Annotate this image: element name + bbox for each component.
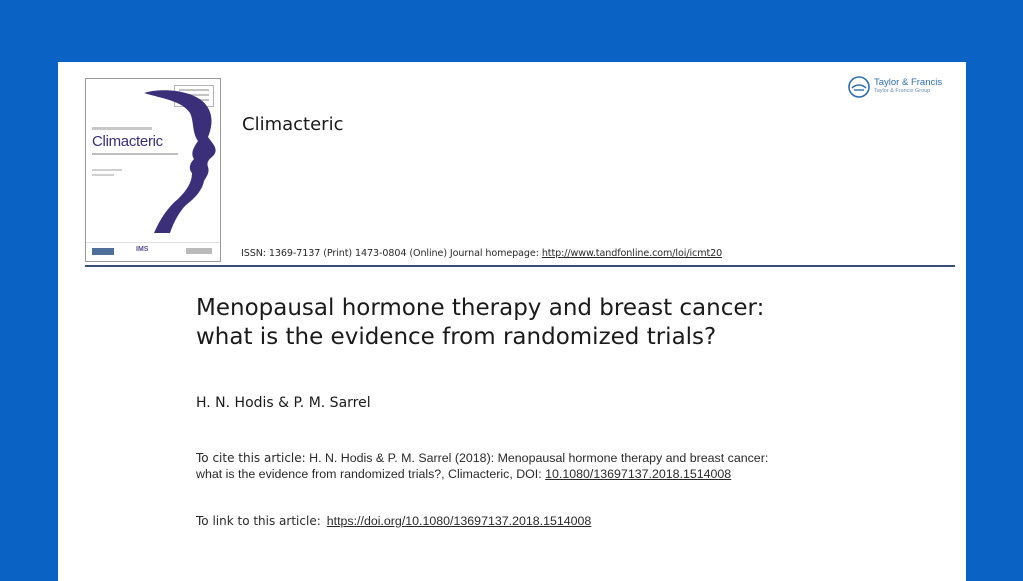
publisher-name: Taylor & Francis [874, 77, 943, 88]
article-link-label: To link to this article: [196, 514, 321, 528]
article-doi-url-link[interactable]: https://doi.org/10.1080/13697137.2018.15… [327, 514, 592, 528]
article-title-line: what is the evidence from randomized tri… [196, 324, 717, 350]
cover-footer: IMS [86, 242, 220, 261]
issn-line: ISSN: 1369-7137 (Print) 1473-0804 (Onlin… [241, 248, 722, 259]
header-divider [85, 265, 955, 267]
journal-homepage-link[interactable]: http://www.tandfonline.com/loi/icmt20 [542, 248, 722, 259]
cover-subtitle-line [92, 153, 178, 155]
article-authors: H. N. Hodis & P. M. Sarrel [196, 395, 371, 411]
citation-block: To cite this article: H. N. Hodis & P. M… [196, 450, 786, 482]
cover-footer-ims-logo: IMS [136, 246, 149, 253]
journal-cover: Climacteric IMS [85, 78, 221, 262]
issn-text: ISSN: 1369-7137 (Print) 1473-0804 (Onlin… [241, 248, 542, 259]
publisher-group: Taylor & Francis Group [874, 88, 931, 94]
article-link-line: To link to this article: https://doi.org/… [196, 514, 591, 528]
cover-header-line [92, 127, 152, 130]
cover-footer-logo [92, 248, 114, 255]
publisher-lamp-icon [848, 76, 870, 98]
article-title: Menopausal hormone therapy and breast ca… [196, 294, 876, 352]
document-page: Climacteric IMS Climacteric Taylor & Fra… [58, 62, 966, 581]
cover-face-profile-icon [144, 90, 216, 233]
cover-line [92, 169, 122, 171]
publisher-logo[interactable]: Taylor & Francis Taylor & Francis Group [848, 76, 942, 98]
citation-label: To cite this article: [196, 451, 306, 465]
citation-doi-link[interactable]: 10.1080/13697137.2018.1514008 [545, 467, 731, 481]
cover-footer-logo [186, 248, 212, 254]
article-title-line: Menopausal hormone therapy and breast ca… [196, 295, 765, 321]
cover-line [92, 174, 114, 176]
cover-title: Climacteric [92, 133, 163, 150]
publisher-text: Taylor & Francis Taylor & Francis Group [874, 78, 942, 96]
journal-name: Climacteric [242, 114, 344, 135]
